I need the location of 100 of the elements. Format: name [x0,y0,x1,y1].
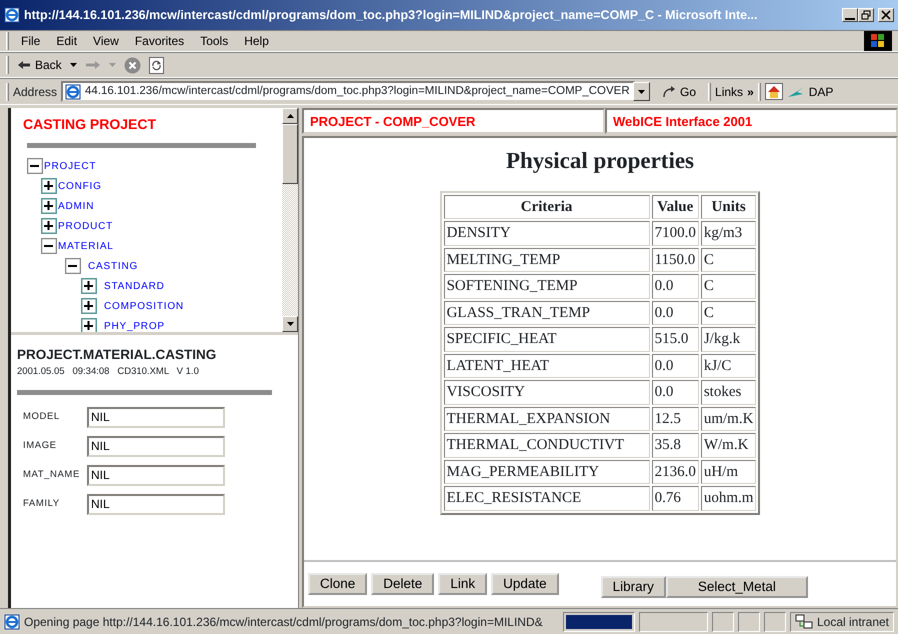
address-label: Address [13,84,58,100]
table-cell: 0.0 [652,354,699,378]
table-cell: uohm.m [700,486,756,510]
expand-icon[interactable] [41,198,57,214]
expand-icon[interactable] [41,218,57,234]
text-field[interactable]: NIL [87,464,225,486]
window-title: http://144.16.101.236/mcw/intercast/cdml/programs/dom_toc.php3?login=MILIND&project_name=COMP_C - Microsoft Inte... [24,6,758,24]
table-cell: 0.76 [652,486,699,510]
table-cell: um/m.K [700,406,756,431]
tree-link[interactable]: COMPOSITION [104,299,184,314]
expand-icon[interactable] [41,178,57,194]
table-cell: THERMAL_EXPANSION [444,406,650,431]
menu-item[interactable]: View [85,32,127,50]
lookup-button[interactable]: Library [600,576,666,598]
table-cell: VISCOSITY [444,380,650,404]
status-panel [738,612,760,632]
tree-link[interactable]: STANDARD [104,279,165,294]
minimize-icon [845,18,855,20]
action-button[interactable]: Clone [308,572,368,596]
node-meta: 2001.05.05 09:34:08 CD310.XML V 1.0 [17,365,200,380]
status-panel [712,612,734,632]
expand-icon[interactable] [81,318,97,332]
scroll-up-icon[interactable] [286,114,294,118]
dap-icon [786,86,805,98]
status-text: Opening page http://144.16.101.236/mcw/intercast/cdml/programs/dom_toc.php3?login=MILIND& [24,614,544,630]
frame-title: CASTING PROJECT [23,115,158,134]
text-field[interactable]: NIL [87,494,225,514]
menu-item[interactable]: Edit [48,32,86,50]
action-button[interactable]: Delete [371,572,434,596]
home-icon[interactable] [764,83,783,100]
page-icon [4,614,20,630]
collapse-icon[interactable] [41,238,57,254]
table-cell: 1150.0 [652,248,699,272]
field-label: IMAGE [22,438,58,453]
tree-link[interactable]: CASTING [88,259,138,274]
menu-item[interactable]: File [13,32,48,50]
node-path: PROJECT.MATERIAL.CASTING [17,346,218,364]
restore-icon [861,10,871,20]
tree-link[interactable]: MATERIAL [58,239,114,254]
windows-logo-icon [864,31,892,51]
table-cell: C [700,248,756,272]
page-title: Physical properties [506,147,694,175]
dropdown-button[interactable] [633,82,650,101]
caret-icon[interactable] [70,63,77,67]
menu-item[interactable]: Help [236,32,277,50]
table-cell: kg/m3 [700,221,756,246]
field-label: MODEL [22,410,61,424]
table-cell: C [700,274,756,298]
table-cell: LATENT_HEAT [444,354,650,378]
table-cell: GLASS_TRAN_TEMP [444,300,650,325]
close-icon [881,10,891,20]
back-button[interactable]: Back [17,56,62,74]
table-cell: SOFTENING_TEMP [444,274,650,298]
curved-arrow-icon [662,84,676,98]
table-cell: 7100.0 [652,221,699,246]
text-field[interactable]: NIL [87,406,225,428]
menu-item[interactable]: Tools [192,32,236,50]
minimize-button[interactable] [842,8,858,22]
stop-icon[interactable] [124,56,141,74]
table-cell: W/m.K [700,433,756,458]
scrollbar[interactable] [282,108,298,332]
table-cell: MELTING_TEMP [444,248,650,272]
collapse-icon[interactable] [65,258,81,274]
close-button[interactable] [878,8,894,22]
zone-label: Local intranet [816,614,890,630]
tree-link[interactable]: ADMIN [58,199,94,214]
more-links-button[interactable]: » [747,82,754,100]
expand-icon[interactable] [81,278,97,294]
tree-link[interactable]: CONFIG [58,179,102,194]
table-cell: 0.0 [652,380,699,404]
column-header: Criteria [444,194,650,219]
expand-icon[interactable] [81,298,97,314]
links-button[interactable]: Links [715,82,744,100]
network-icon [794,614,813,630]
go-button[interactable]: Go [654,82,704,100]
action-button[interactable]: Update [491,572,559,596]
tree-link[interactable]: PRODUCT [58,219,114,234]
lookup-button[interactable]: Select_Metal [666,576,808,598]
field-label: FAMILY [22,496,61,511]
scroll-down-icon[interactable] [286,322,294,326]
table-cell: uH/m [700,460,756,484]
app-name: WebICE Interface 2001 [605,108,898,134]
text-field[interactable]: NIL [87,436,225,456]
action-button[interactable]: Link [438,572,488,596]
browser-icon [4,7,20,23]
tree-link[interactable]: PROJECT [44,159,96,174]
browser-icon [65,84,82,100]
table-cell: DENSITY [444,221,650,246]
table-cell: 12.5 [652,406,699,431]
caret-icon [638,90,646,94]
field-label: MAT_NAME [22,468,81,482]
table-cell: C [700,300,756,325]
dap-button[interactable]: DAP [786,82,834,100]
refresh-icon[interactable] [148,56,164,74]
address-field[interactable]: 44.16.101.236/mcw/intercast/cdml/programs/dom_toc.php3?login=MILIND&project_name=COMP_COVER [61,81,636,102]
tree-link[interactable]: PHY_PROP [104,319,165,332]
collapse-icon[interactable] [27,158,43,174]
menu-item[interactable]: Favorites [126,32,192,50]
restore-button[interactable] [858,8,874,22]
table-cell: 0.0 [652,300,699,325]
